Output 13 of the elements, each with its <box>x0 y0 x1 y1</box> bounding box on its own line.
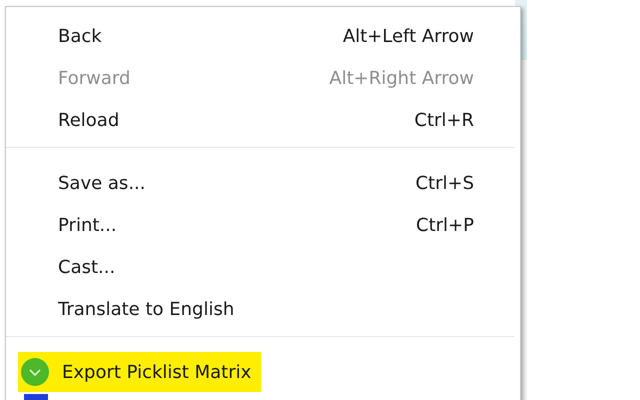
shortcut-label: Alt+Right Arrow <box>329 68 474 88</box>
menu-item[interactable]: Save as... Ctrl+S <box>6 162 520 204</box>
menu-item[interactable]: Reload Ctrl+R <box>6 99 520 141</box>
shortcut-label: Ctrl+R <box>414 110 474 130</box>
menu-item[interactable]: Export Picklist Matrix <box>18 352 262 392</box>
shortcut-label: Ctrl+S <box>415 172 474 194</box>
shortcut-label: Alt+Left Arrow <box>342 26 474 46</box>
menu-item[interactable]: Cast... <box>6 246 520 288</box>
shortcut-label: Ctrl+P <box>416 214 474 236</box>
menu-item[interactable]: Back Alt+Left Arrow <box>6 15 520 57</box>
menu-item[interactable]: Print... Ctrl+P <box>6 204 520 246</box>
chevron-circle-icon <box>20 357 50 387</box>
menu-item[interactable]: Translate to English <box>6 288 520 330</box>
